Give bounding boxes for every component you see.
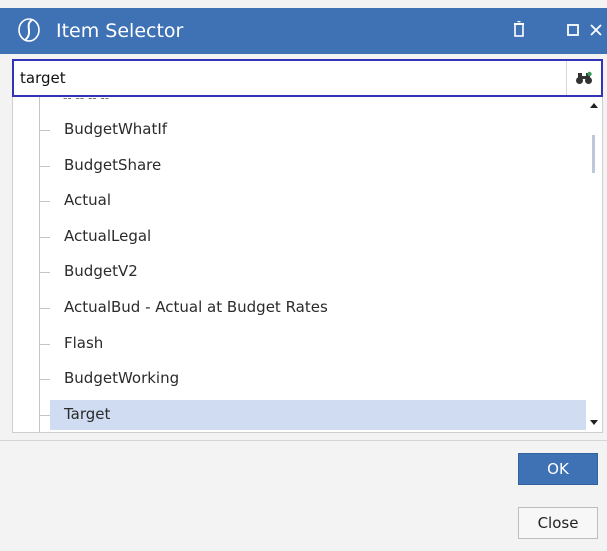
title-bar: Item Selector [0,8,607,54]
tree-item[interactable]: ActualBud - Actual at Budget Rates [39,293,587,323]
vertical-scrollbar[interactable] [586,97,602,432]
restore-button[interactable] [562,19,584,41]
tree-item-label: Actual [64,191,111,209]
scroll-up-arrow[interactable] [590,103,598,108]
scroll-down-arrow[interactable] [590,420,598,425]
tree-connector-line [39,97,40,432]
search-box [12,59,603,97]
tree-branch-line [39,237,50,238]
ok-button[interactable]: OK [518,453,598,485]
close-button[interactable]: Close [518,507,598,539]
tree-branch-line [39,308,50,309]
tree-item-label: BudgetV2 [64,262,138,280]
tree-branch-line [39,272,50,273]
tree-item[interactable]: Flash [39,329,587,359]
search-input[interactable] [20,66,550,90]
close-icon [590,24,602,36]
tree-item-label: BudgetWorking [64,369,180,387]
pin-icon [514,21,524,37]
partial-item-above: -- -- -- -- [63,97,110,105]
scrollbar-thumb[interactable] [592,135,595,173]
dialog-footer: OK Close [0,440,607,551]
item-selector-dialog: Item Selector target -- -- -- -- BudgetW… [0,0,607,551]
tree-item[interactable]: ActualLegal [39,222,587,252]
tree-item[interactable]: Target [39,400,587,430]
dialog-title: Item Selector [56,20,184,42]
tree-item[interactable]: BudgetShare [39,151,587,181]
tree-branch-line [39,130,50,131]
tree-item[interactable]: BudgetWhatIf [39,115,587,145]
item-tree[interactable]: -- -- -- -- BudgetWhatIf BudgetShare Actua… [12,97,603,433]
tree-item[interactable]: Actual [39,186,587,216]
tree-branch-line [39,201,50,202]
tree-item-label: ActualLegal [64,227,152,245]
close-window-button[interactable] [585,19,607,41]
tree-item-label: Target [64,405,111,423]
pin-button[interactable] [508,19,530,41]
tree-branch-line [39,379,50,380]
tree-branch-line [39,415,50,416]
restore-icon [567,24,579,36]
tree-item[interactable]: BudgetV2 [39,257,587,287]
onestream-logo-icon [18,18,40,42]
tree-item-label: Flash [64,334,104,352]
tree-item[interactable]: BudgetWorking [39,364,587,394]
tree-branch-line [39,344,50,345]
tree-item-label: ActualBud - Actual at Budget Rates [64,298,328,316]
binoculars-icon [576,71,592,84]
search-button[interactable] [566,61,601,95]
tree-item-label: BudgetWhatIf [64,120,168,138]
tree-branch-line [39,166,50,167]
tree-item-label: BudgetShare [64,156,162,174]
